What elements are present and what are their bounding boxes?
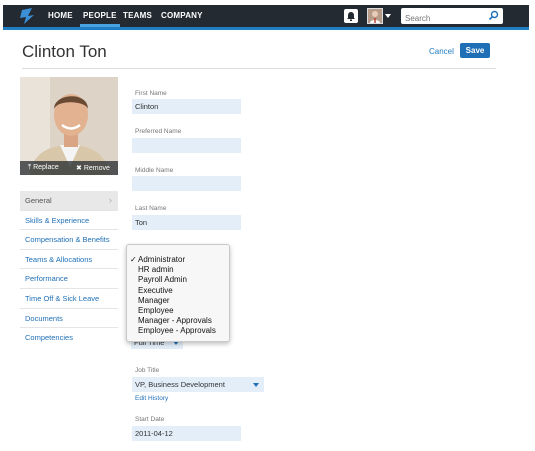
side-item-label: Competencies: [25, 333, 73, 343]
nav-company[interactable]: COMPANY: [161, 11, 203, 20]
page-title: Clinton Ton: [22, 42, 107, 61]
remove-photo-button[interactable]: ✖ Remove: [76, 164, 110, 172]
header-divider: [22, 68, 496, 69]
remove-label: Remove: [83, 165, 110, 172]
chevron-right-icon: ›: [109, 195, 112, 205]
side-item-label: Performance: [25, 274, 68, 284]
role-option-label: Employee - Approvals: [138, 326, 216, 336]
search-input[interactable]: [405, 11, 491, 26]
close-icon: ✖: [76, 165, 82, 172]
search-icon[interactable]: [488, 10, 499, 21]
side-item-compensation[interactable]: Compensation & Benefits: [20, 230, 118, 250]
first-name-label: First Name: [135, 90, 167, 97]
side-item-label: General: [25, 196, 52, 205]
notifications-button[interactable]: [344, 9, 358, 23]
photo-actions-bar: ⤒ Replace ✖ Remove: [20, 161, 118, 175]
preferred-name-label: Preferred Name: [135, 128, 182, 135]
role-option-label: Employee: [138, 305, 174, 315]
side-item-skills[interactable]: Skills & Experience: [20, 211, 118, 231]
user-menu-caret-icon[interactable]: [385, 14, 391, 18]
role-option[interactable]: Manager - Approvals: [127, 316, 229, 326]
side-item-teams[interactable]: Teams & Allocations: [20, 250, 118, 270]
role-option[interactable]: ✓ Administrator: [127, 255, 229, 265]
start-date-field[interactable]: 2011-04-12: [132, 426, 241, 441]
last-name-field[interactable]: Ton: [132, 215, 241, 230]
check-icon: ✓: [130, 255, 137, 264]
start-date-label: Start Date: [135, 416, 165, 423]
middle-name-field[interactable]: [132, 176, 241, 191]
profile-photo: ⤒ Replace ✖ Remove: [20, 77, 118, 175]
job-title-select[interactable]: VP, Business Development: [132, 377, 264, 392]
role-option-label: Manager - Approvals: [138, 316, 212, 326]
side-item-label: Compensation & Benefits: [25, 235, 110, 245]
role-dropdown-menu: ✓ Administrator HR admin Payroll Admin Ex…: [126, 244, 230, 342]
role-option[interactable]: Payroll Admin: [127, 275, 229, 285]
edit-history-link[interactable]: Edit History: [135, 395, 168, 402]
middle-name-label: Middle Name: [135, 167, 174, 174]
side-item-documents[interactable]: Documents: [20, 309, 118, 329]
save-button[interactable]: Save: [460, 43, 490, 58]
replace-photo-button[interactable]: ⤒ Replace: [28, 164, 59, 172]
role-option-label: HR admin: [138, 265, 174, 275]
role-option-label: Executive: [138, 285, 173, 295]
side-item-performance[interactable]: Performance: [20, 269, 118, 289]
side-item-competencies[interactable]: Competencies: [20, 328, 118, 348]
side-item-label: Teams & Allocations: [25, 254, 93, 264]
preferred-name-field[interactable]: [132, 138, 241, 153]
logo-icon[interactable]: [18, 8, 36, 24]
role-option-label: Administrator: [138, 255, 186, 264]
nav-people[interactable]: PEOPLE: [80, 11, 120, 27]
nav-home[interactable]: HOME: [48, 11, 73, 20]
side-item-label: Time Off & Sick Leave: [25, 293, 100, 303]
chevron-down-icon: [253, 383, 259, 387]
profile-section-menu: General › Skills & Experience Compensati…: [20, 191, 118, 348]
replace-label: Replace: [33, 164, 59, 171]
job-title-value: VP, Business Development: [135, 380, 225, 389]
user-photo-icon: [370, 11, 380, 23]
side-item-time-off[interactable]: Time Off & Sick Leave: [20, 289, 118, 309]
side-item-label: Documents: [25, 313, 63, 323]
role-option-label: Manager: [138, 295, 170, 305]
role-option[interactable]: Manager: [127, 296, 229, 306]
role-option[interactable]: Employee - Approvals: [127, 326, 229, 336]
side-item-general[interactable]: General ›: [20, 191, 118, 211]
top-nav-bar: HOME PEOPLE TEAMS COMPANY: [3, 5, 529, 30]
upload-icon: ⤒: [28, 164, 32, 171]
first-name-field[interactable]: Clinton: [132, 99, 241, 114]
role-option[interactable]: Executive: [127, 286, 229, 296]
user-avatar[interactable]: [367, 8, 383, 24]
search-box: [401, 8, 503, 26]
last-name-label: Last Name: [135, 205, 167, 212]
nav-teams[interactable]: TEAMS: [123, 11, 152, 20]
side-item-label: Skills & Experience: [25, 215, 90, 225]
bell-icon: [347, 12, 355, 21]
role-option-label: Payroll Admin: [138, 275, 187, 285]
job-title-label: Job Title: [135, 367, 160, 374]
role-option[interactable]: Employee: [127, 306, 229, 316]
nav-accent-line: [3, 27, 529, 30]
role-option[interactable]: HR admin: [127, 265, 229, 275]
cancel-button[interactable]: Cancel: [429, 47, 454, 56]
